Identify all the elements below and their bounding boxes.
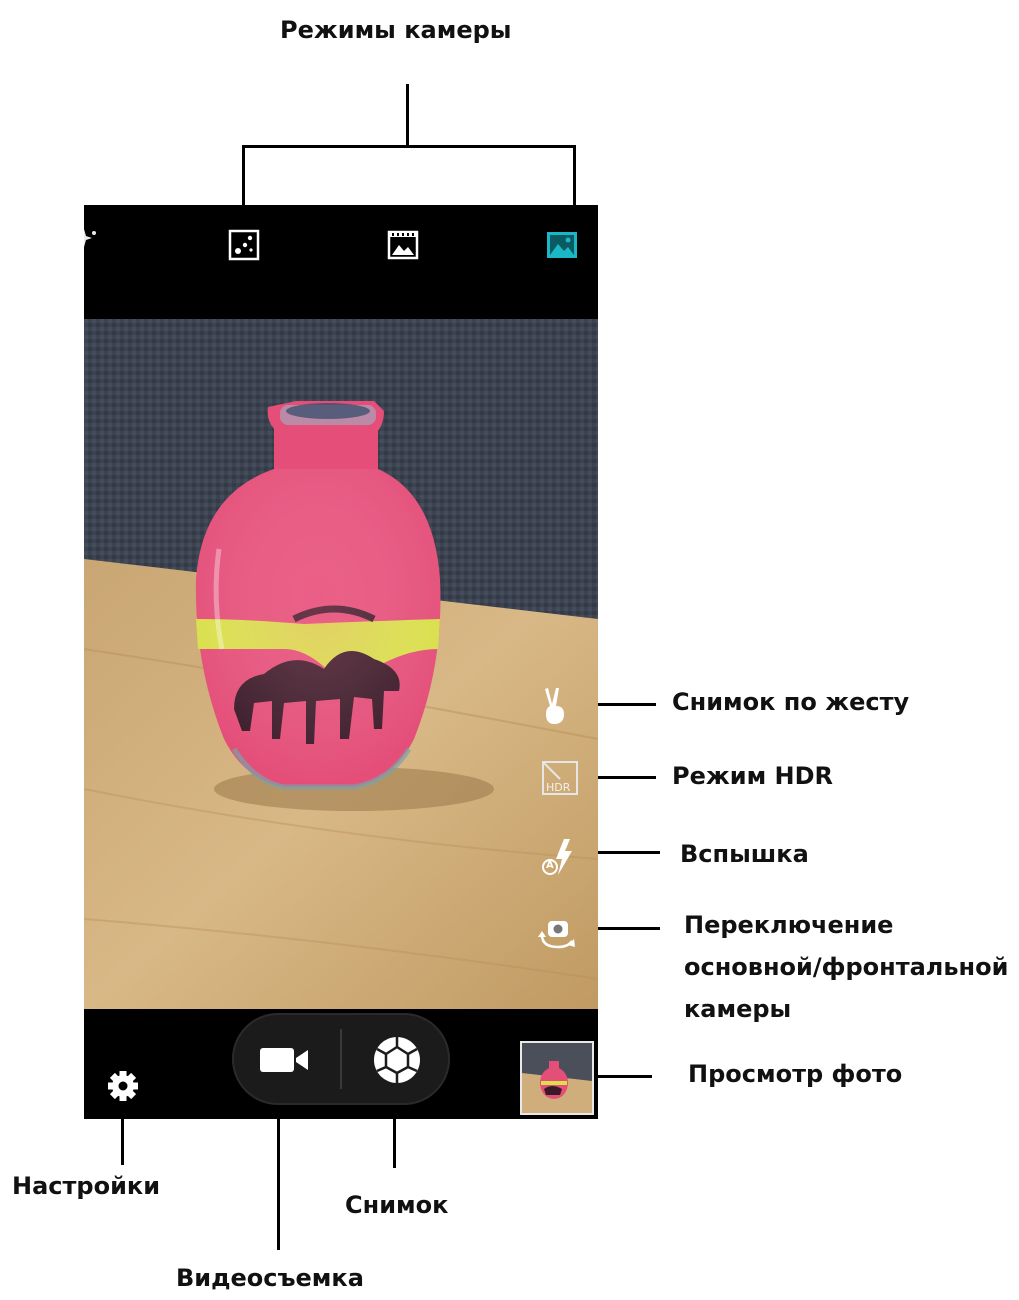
- camera-modes-stem: [406, 84, 409, 146]
- camera-mode-bar: [84, 205, 598, 319]
- hdr-icon-text: HDR: [546, 781, 571, 794]
- settings-line: [121, 1115, 124, 1165]
- gallery-thumbnail[interactable]: [520, 1041, 594, 1115]
- camera-modes-label: Режимы камеры: [280, 16, 512, 44]
- gesture-shot-label: Снимок по жесту: [672, 688, 910, 716]
- video-camera-icon[interactable]: [258, 1045, 312, 1075]
- sparkle-icon[interactable]: [84, 227, 100, 253]
- switch-camera-label-1: Переключение: [684, 911, 894, 939]
- viewfinder-photo: [84, 319, 598, 1009]
- settings-label: Настройки: [12, 1172, 161, 1200]
- video-line: [277, 1102, 280, 1250]
- shutter-label: Снимок: [345, 1191, 449, 1219]
- switch-camera-label-3: камеры: [684, 995, 792, 1023]
- camera-control-bar: [84, 1009, 598, 1119]
- flash-auto-icon[interactable]: [542, 837, 576, 877]
- photo-view-label: Просмотр фото: [688, 1060, 903, 1088]
- gesture-icon[interactable]: [542, 686, 570, 726]
- capture-buttons-pill: [232, 1013, 450, 1105]
- flash-auto-text: A: [546, 860, 554, 871]
- dots-mode-icon[interactable]: [228, 229, 260, 261]
- flash-label: Вспышка: [680, 840, 809, 868]
- camera-modes-bracket: [242, 145, 576, 148]
- panorama-film-icon[interactable]: [387, 229, 419, 261]
- shutter-icon[interactable]: [372, 1035, 422, 1085]
- gear-icon[interactable]: [106, 1069, 140, 1103]
- hdr-mode-label: Режим HDR: [672, 762, 834, 790]
- switch-camera-label-2: основной/фронтальной: [684, 953, 1009, 981]
- pill-divider: [340, 1029, 342, 1089]
- landscape-photo-icon[interactable]: [546, 229, 578, 261]
- camera-screen: HDR A: [84, 205, 598, 1119]
- camera-viewfinder[interactable]: HDR A: [84, 319, 598, 1009]
- switch-camera-icon[interactable]: [538, 917, 576, 951]
- video-label: Видеосъемка: [176, 1264, 364, 1292]
